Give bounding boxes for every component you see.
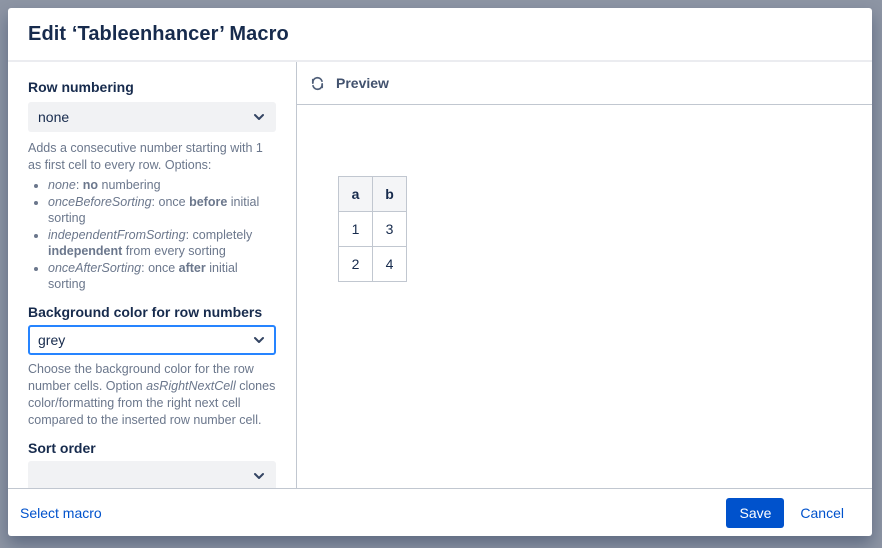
sort-order-label: Sort order xyxy=(28,439,276,457)
row-numbering-option-none: none: no numbering xyxy=(48,177,276,194)
row-numbering-value: none xyxy=(38,109,69,125)
preview-header: Preview xyxy=(297,62,872,105)
preview-table-row: 2 4 xyxy=(339,247,407,282)
footer-actions: Save Cancel xyxy=(726,498,844,528)
preview-table: a b 1 3 2 4 xyxy=(338,176,407,282)
background-color-select[interactable]: grey xyxy=(28,325,276,355)
preview-table-header-row: a b xyxy=(339,177,407,212)
chevron-down-icon xyxy=(252,333,266,347)
edit-macro-dialog: Edit ‘Tableenhancer’ Macro Row numbering… xyxy=(8,8,872,536)
dialog-title: Edit ‘Tableenhancer’ Macro xyxy=(28,23,289,46)
select-macro-link[interactable]: Select macro xyxy=(20,505,102,521)
background-color-value: grey xyxy=(38,332,65,348)
row-numbering-option-oncebeforesorting: onceBeforeSorting: once before initial s… xyxy=(48,194,276,227)
preview-table-header-cell: a xyxy=(339,177,373,212)
preview-table-cell: 4 xyxy=(373,247,407,282)
preview-table-cell: 3 xyxy=(373,212,407,247)
row-numbering-option-independentfromsorting: independentFromSorting: completely indep… xyxy=(48,227,276,260)
preview-table-cell: 2 xyxy=(339,247,373,282)
save-button[interactable]: Save xyxy=(726,498,784,528)
preview-table-cell: 1 xyxy=(339,212,373,247)
background-color-description: Choose the background color for the row … xyxy=(28,361,276,429)
dialog-header: Edit ‘Tableenhancer’ Macro xyxy=(8,8,872,62)
dialog-body: Row numbering none Adds a consecutive nu… xyxy=(8,62,872,488)
sort-order-select[interactable] xyxy=(28,461,276,489)
preview-title: Preview xyxy=(336,75,389,91)
preview-panel: Preview a b 1 3 2 xyxy=(297,62,872,488)
row-numbering-label: Row numbering xyxy=(28,78,276,96)
preview-table-header-cell: b xyxy=(373,177,407,212)
row-numbering-description: Adds a consecutive number starting with … xyxy=(28,140,276,174)
chevron-down-icon xyxy=(252,469,266,483)
chevron-down-icon xyxy=(252,110,266,124)
dialog-footer: Select macro Save Cancel xyxy=(8,488,872,536)
row-numbering-select[interactable]: none xyxy=(28,102,276,132)
cancel-link[interactable]: Cancel xyxy=(800,505,844,521)
preview-content: a b 1 3 2 4 xyxy=(297,105,872,488)
row-numbering-option-onceaftersorting: onceAfterSorting: once after initial sor… xyxy=(48,260,276,293)
background-color-label: Background color for row numbers xyxy=(28,303,276,321)
refresh-icon[interactable] xyxy=(309,75,326,92)
macro-parameters-panel: Row numbering none Adds a consecutive nu… xyxy=(8,62,297,488)
row-numbering-options-list: none: no numbering onceBeforeSorting: on… xyxy=(28,177,276,293)
preview-table-row: 1 3 xyxy=(339,212,407,247)
